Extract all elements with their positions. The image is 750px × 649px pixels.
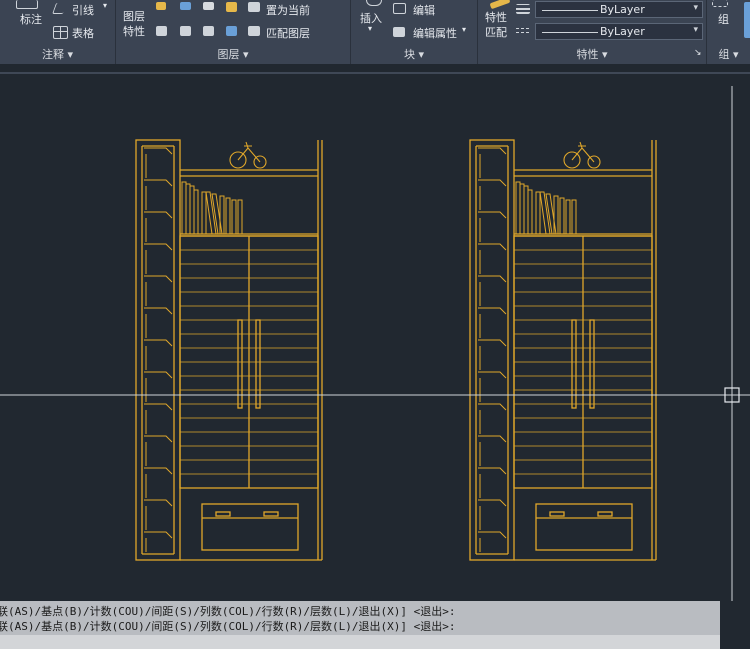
edit-attributes-icon[interactable] (393, 27, 405, 37)
chevron-down-icon: ▾ (693, 3, 698, 13)
edit-attributes-dropdown-icon[interactable]: ▾ (462, 25, 466, 34)
edit-block-icon[interactable] (393, 3, 406, 14)
layer-stack-icon[interactable] (248, 2, 260, 12)
layer-tool-icon[interactable] (203, 26, 214, 36)
panel-expand-icon[interactable]: ↘ (694, 48, 702, 58)
layer-tool-icon[interactable] (203, 2, 214, 10)
group-icon[interactable] (712, 0, 728, 7)
group-button[interactable]: 组 (718, 11, 729, 27)
cabinet-drawing-right (469, 139, 657, 561)
dimension-button[interactable]: 标注 (20, 11, 42, 27)
match-properties-button[interactable]: 特性 匹配 (485, 10, 507, 40)
drawing-canvas[interactable] (0, 86, 750, 601)
layer-lock-icon[interactable] (226, 2, 237, 12)
dimension-icon[interactable] (16, 0, 38, 9)
set-current-button[interactable]: 置为当前 (266, 2, 310, 18)
table-button[interactable]: 表格 (72, 25, 94, 41)
linetype-select[interactable]: ByLayer ▾ (535, 23, 703, 40)
layers-panel-title[interactable]: 图层 ▾ (116, 46, 350, 64)
layer-tool-icon[interactable] (156, 26, 167, 36)
command-history: 关联(AS)/基点(B)/计数(COU)/间距(S)/列数(COL)/行数(R)… (0, 601, 720, 635)
match-layer-button[interactable]: 匹配图层 (266, 25, 310, 41)
layer-tool-icon[interactable] (180, 26, 191, 36)
annotation-panel-title[interactable]: 注释 ▾ (0, 46, 115, 64)
command-history-line: 关联(AS)/基点(B)/计数(COU)/间距(S)/列数(COL)/行数(R)… (0, 620, 456, 633)
properties-panel-title[interactable]: 特性 ▾ (478, 46, 706, 64)
lineweight-icon (516, 4, 530, 14)
edit-block-button[interactable]: 编辑 (413, 2, 435, 18)
edit-attributes-button[interactable]: 编辑属性 (413, 25, 457, 41)
layer-properties-button[interactable]: 图层 特性 (123, 9, 145, 39)
linetype-icon (516, 27, 530, 37)
lineweight-select[interactable]: ByLayer ▾ (535, 1, 703, 18)
layer-tool-icon[interactable] (180, 2, 191, 10)
cabinet-drawing-left (135, 139, 323, 561)
layer-tool-icon[interactable] (226, 26, 237, 36)
canvas-edge (720, 601, 750, 649)
block-panel-title[interactable]: 块 ▾ (351, 46, 477, 64)
insert-dropdown-icon[interactable]: ▾ (368, 24, 372, 33)
leader-dropdown-icon[interactable]: ▾ (103, 1, 107, 10)
command-history-line: 关联(AS)/基点(B)/计数(COU)/间距(S)/列数(COL)/行数(R)… (0, 605, 456, 618)
table-icon (53, 26, 68, 39)
groups-panel-title[interactable]: 组 ▾ (707, 46, 750, 64)
viewport-header (0, 64, 750, 86)
group-tool-icon[interactable] (744, 2, 750, 38)
leader-button[interactable]: 引线 (72, 2, 94, 18)
insert-block-icon[interactable] (366, 0, 382, 6)
command-input[interactable] (0, 635, 720, 649)
match-properties-icon[interactable] (489, 0, 511, 10)
ribbon: 标注 引线 ▾ 表格 注释 ▾ 图层 特性 置为当前 匹配图层 图层 ▾ 插入 … (0, 0, 750, 64)
layer-tool-icon[interactable] (156, 2, 166, 10)
leader-icon (51, 3, 68, 14)
chevron-down-icon: ▾ (693, 25, 698, 35)
match-layer-icon[interactable] (248, 26, 260, 36)
